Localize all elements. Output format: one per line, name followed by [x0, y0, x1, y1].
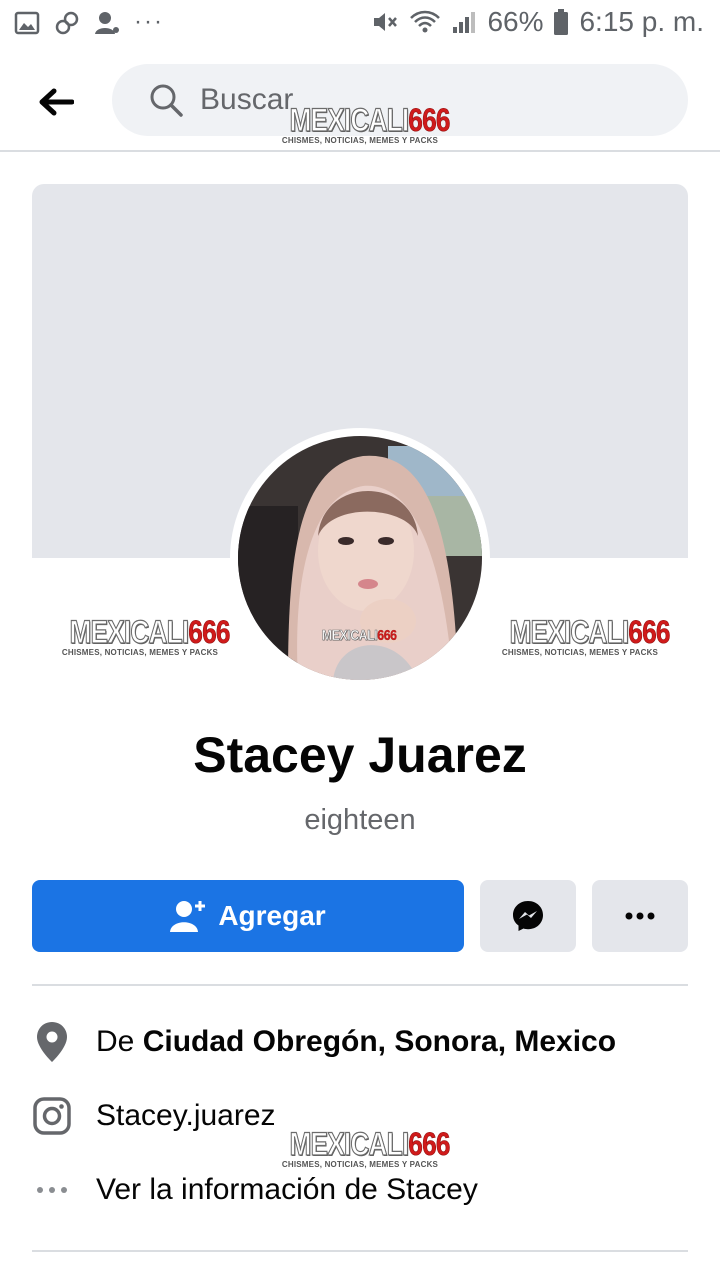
wifi-icon	[409, 9, 441, 35]
add-friend-icon	[170, 901, 206, 932]
signal-icon	[451, 9, 477, 35]
mute-icon	[371, 9, 399, 35]
status-left-icons: ···	[14, 7, 164, 41]
watermark-logo: MEXICALI666 CHISMES, NOTICIAS, MEMES Y P…	[281, 1126, 451, 1169]
location-value: Ciudad Obregón, Sonora, Mexico	[142, 1025, 617, 1058]
divider	[32, 1250, 688, 1252]
add-friend-button[interactable]: Agregar	[32, 880, 464, 952]
watermark-logo: MEXICALI666 CHISMES, NOTICIAS, MEMES Y P…	[61, 614, 231, 657]
clock: 6:15 p. m.	[579, 6, 704, 37]
add-friend-label: Agregar	[218, 900, 326, 931]
messenger-icon	[513, 901, 543, 931]
location-pin-icon	[32, 1020, 72, 1064]
profile-name: Stacey Juarez	[193, 727, 527, 783]
info-see-about[interactable]: Ver la información de Stacey	[32, 1162, 688, 1218]
watermark-logo: MEXICALI666 CHISMES, NOTICIAS, MEMES Y P…	[281, 102, 451, 145]
more-dots-icon	[32, 1168, 72, 1212]
status-right-icons: 66% 6:15 p. m.	[371, 6, 704, 38]
divider	[32, 984, 688, 986]
instagram-link[interactable]: Stacey.juarez	[96, 1099, 276, 1133]
battery-percent: 66%	[487, 6, 544, 37]
location-text: De Ciudad Obregón, Sonora, Mexico	[96, 1025, 617, 1058]
person-sync-icon	[94, 10, 120, 41]
search-icon	[150, 84, 183, 117]
battery-icon	[553, 8, 569, 36]
more-horizontal-icon	[625, 912, 655, 920]
more-dots-icon: ···	[134, 7, 164, 35]
profile-picture[interactable]	[230, 428, 490, 688]
message-button[interactable]	[480, 880, 576, 952]
instagram-icon	[32, 1094, 72, 1138]
profile-bio: eighteen	[304, 804, 416, 836]
watermark-logo: MEXICALI666	[321, 627, 398, 644]
info-location: De Ciudad Obregón, Sonora, Mexico	[32, 1014, 688, 1070]
more-options-button[interactable]	[592, 880, 688, 952]
status-bar: ··· 66% 6:15 p. m.	[0, 0, 720, 52]
link-icon	[54, 10, 80, 41]
image-icon	[14, 11, 40, 40]
see-about-link[interactable]: Ver la información de Stacey	[96, 1173, 478, 1207]
arrow-left-icon	[39, 88, 74, 116]
watermark-logo: MEXICALI666 CHISMES, NOTICIAS, MEMES Y P…	[501, 614, 671, 657]
back-button[interactable]	[30, 78, 82, 126]
